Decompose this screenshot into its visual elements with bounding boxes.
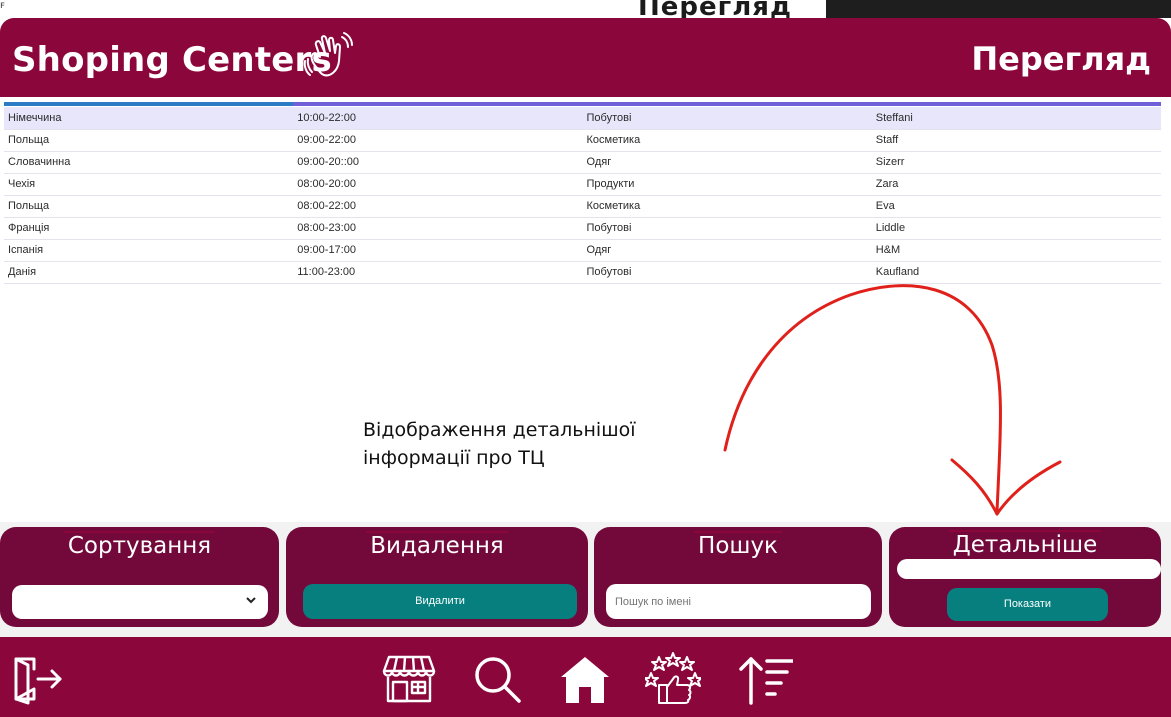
home-icon[interactable] bbox=[557, 651, 613, 707]
header: Shoping Centers Перегляд bbox=[0, 18, 1171, 97]
table-cell: Одяг bbox=[582, 151, 872, 174]
table-cell: Німеччина bbox=[4, 107, 294, 130]
table-cell: 08:00-20:00 bbox=[293, 173, 583, 196]
table-row[interactable]: Польща 08:00-22:00 Косметика Eva bbox=[4, 195, 1161, 218]
app-title: Shoping Centers bbox=[12, 40, 332, 80]
table-cell: Продукти bbox=[582, 173, 872, 196]
table-cell: Steffani bbox=[871, 107, 1161, 130]
store-icon[interactable] bbox=[381, 651, 437, 707]
table-cell: 08:00-22:00 bbox=[293, 195, 583, 218]
waving-hand-icon bbox=[303, 32, 353, 77]
table-row[interactable]: Польща 09:00-22:00 Косметика Staff bbox=[4, 129, 1161, 152]
table-selected-column-indicator bbox=[4, 102, 293, 106]
table-cell: Косметика bbox=[582, 129, 872, 152]
background-window-strip: ꜰ Перегляд bbox=[0, 0, 1171, 22]
details-title: Детальніше bbox=[948, 530, 1102, 558]
annotation-arrow-icon bbox=[723, 284, 1062, 516]
background-dark-panel bbox=[826, 0, 1171, 18]
table-header-rule bbox=[4, 102, 1161, 106]
annotation-text: Відображення детальнішої інформації про … bbox=[363, 416, 636, 472]
details-field[interactable] bbox=[897, 559, 1161, 579]
table-cell: Косметика bbox=[582, 195, 872, 218]
delete-card: Видалення Видалити bbox=[286, 527, 588, 627]
table-cell: Побутові bbox=[582, 107, 872, 130]
app-window: ꜰ Перегляд Shoping Centers Перегляд Німе… bbox=[0, 0, 1171, 717]
table-cell: Польща bbox=[4, 129, 294, 152]
table-cell: 09:00-17:00 bbox=[293, 239, 583, 262]
table-row[interactable]: Франція 08:00-23:00 Побутові Liddle bbox=[4, 217, 1161, 240]
table-cell: Франція bbox=[4, 217, 294, 240]
table-cell: Eva bbox=[871, 195, 1161, 218]
table-cell: Zara bbox=[871, 173, 1161, 196]
table-cell: 09:00-22:00 bbox=[293, 129, 583, 152]
bottom-nav bbox=[0, 637, 1171, 717]
annotation-line-1: Відображення детальнішої bbox=[363, 419, 636, 441]
table-cell: Іспанія bbox=[4, 239, 294, 262]
sort-select[interactable] bbox=[12, 585, 268, 619]
search-title: Пошук bbox=[694, 531, 782, 559]
annotation-line-2: інформації про ТЦ bbox=[363, 447, 545, 469]
table-cell: Sizerr bbox=[871, 151, 1161, 174]
table-row[interactable]: Словачинна 09:00-20::00 Одяг Sizerr bbox=[4, 151, 1161, 174]
delete-button[interactable]: Видалити bbox=[303, 584, 577, 619]
show-button[interactable]: Показати bbox=[947, 588, 1108, 621]
table-cell: Liddle bbox=[871, 217, 1161, 240]
table-cell: Словачинна bbox=[4, 151, 294, 174]
details-card: Детальніше Показати bbox=[889, 527, 1161, 627]
table-cell: 10:00-22:00 bbox=[293, 107, 583, 130]
table-cell: Польща bbox=[4, 195, 294, 218]
table-row[interactable]: Іспанія 09:00-17:00 Одяг H&M bbox=[4, 239, 1161, 262]
table-cell: Побутові bbox=[582, 217, 872, 240]
table-cell: Одяг bbox=[582, 239, 872, 262]
page-title: Перегляд bbox=[971, 40, 1151, 78]
sort-icon[interactable] bbox=[737, 651, 793, 707]
sort-title: Сортування bbox=[63, 531, 216, 559]
corner-glyph: ꜰ bbox=[0, 0, 5, 11]
search-input[interactable] bbox=[606, 584, 871, 619]
table-cell: H&M bbox=[871, 239, 1161, 262]
sort-card: Сортування bbox=[0, 527, 279, 627]
delete-title: Видалення bbox=[366, 531, 508, 559]
search-icon[interactable] bbox=[469, 651, 525, 707]
table-cell: Данія bbox=[4, 261, 294, 284]
table-row[interactable]: Чехія 08:00-20:00 Продукти Zara bbox=[4, 173, 1161, 196]
chevron-down-icon bbox=[246, 597, 256, 604]
table-cell: 08:00-23:00 bbox=[293, 217, 583, 240]
table-cell: 09:00-20::00 bbox=[293, 151, 583, 174]
exit-icon[interactable] bbox=[6, 651, 62, 707]
actions-panel-bar: Сортування Видалення Видалити Пошук Дета… bbox=[0, 522, 1171, 637]
table-cell: Чехія bbox=[4, 173, 294, 196]
table-row[interactable]: Німеччина 10:00-22:00 Побутові Steffani bbox=[4, 107, 1161, 130]
table-cell: Staff bbox=[871, 129, 1161, 152]
rating-icon[interactable] bbox=[645, 651, 701, 707]
table-cell: 11:00-23:00 bbox=[293, 261, 583, 284]
search-card: Пошук bbox=[594, 527, 882, 627]
